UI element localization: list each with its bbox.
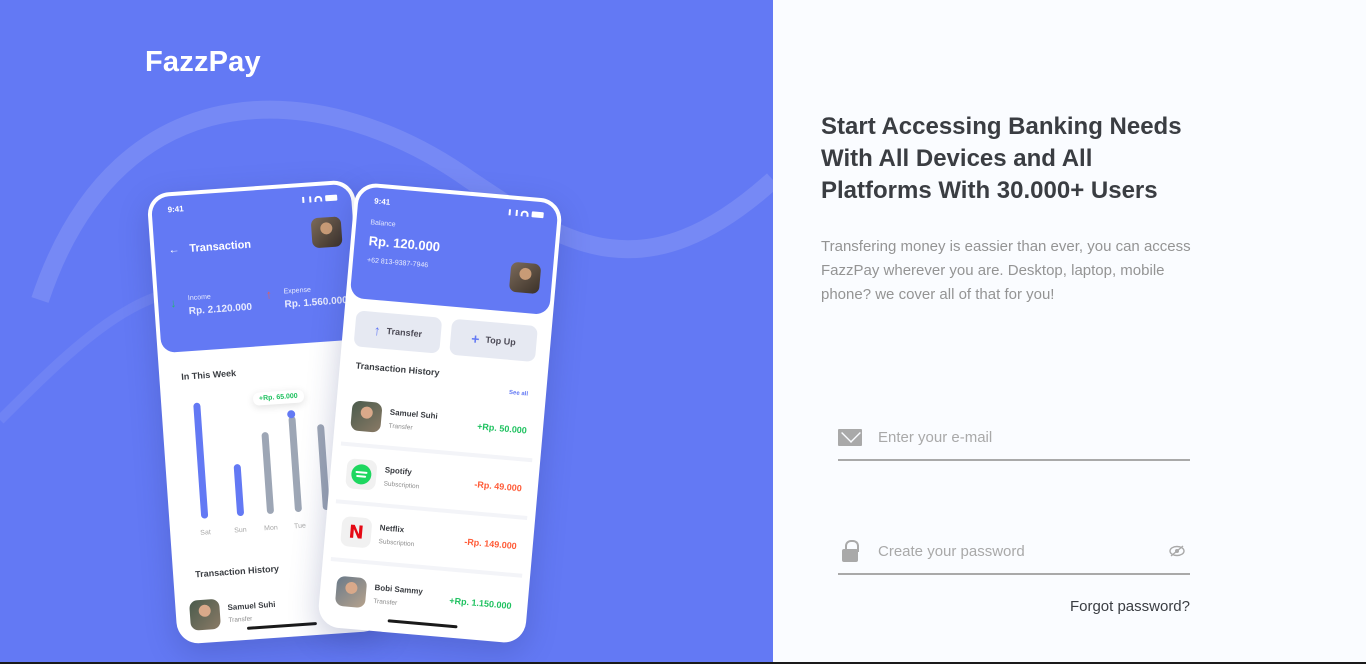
- see-all-link: See all: [508, 389, 529, 398]
- avatar: [508, 261, 542, 295]
- chart-day-label: Mon: [263, 524, 278, 533]
- signal-icon: [302, 196, 312, 203]
- contact-name: Samuel Suhi: [389, 407, 439, 421]
- wifi-icon: [520, 210, 529, 217]
- brand-logo: FazzPay: [145, 46, 261, 78]
- arrow-down-icon: ↓: [169, 296, 177, 311]
- status-time: 9:41: [373, 195, 391, 207]
- arrow-up-icon: ↑: [373, 321, 382, 339]
- password-field: [838, 529, 1190, 575]
- signup-panel: Start Accessing Banking Needs With All D…: [773, 0, 1366, 662]
- avatar: [350, 400, 383, 433]
- wifi-icon: [314, 195, 323, 203]
- avatar: [334, 575, 368, 609]
- balance-amount: Rp. 120.000: [368, 233, 441, 255]
- spotify-icon: [350, 463, 373, 486]
- arrow-up-icon: ↑: [265, 287, 273, 302]
- weekly-bar-chart: +Rp. 65.000 Sat Sun Mon Tue: [188, 381, 348, 541]
- history-title: Transaction History: [355, 360, 440, 378]
- contact-name: Netflix: [379, 523, 405, 535]
- chart-bar: [193, 402, 209, 519]
- expense-label: Expense: [283, 286, 312, 296]
- eye-slash-icon[interactable]: [1166, 545, 1188, 557]
- back-arrow-icon: ←: [168, 243, 180, 257]
- page-description: Transfering money is eassier than ever, …: [821, 238, 1191, 303]
- avatar: [310, 216, 343, 249]
- history-title: Transaction History: [194, 563, 280, 580]
- transaction-type: Transfer: [373, 597, 398, 607]
- chart-bar: [288, 415, 303, 513]
- chart-tooltip: +Rp. 65.000: [252, 389, 305, 406]
- chart-day-label: Tue: [293, 522, 307, 531]
- chart-bar: [261, 431, 275, 515]
- transaction-type: Transfer: [388, 422, 413, 432]
- status-time: 9:41: [167, 203, 184, 214]
- expense-stat: ↑ Expense Rp. 1.560.000: [265, 284, 349, 311]
- transfer-label: Transfer: [386, 326, 423, 340]
- phone-header: 9:41 Balance Rp. 120.000 +62 813-9387-79…: [349, 186, 559, 316]
- week-title: In This Week: [180, 368, 237, 382]
- page-title: Start Accessing Banking Needs With All D…: [821, 113, 1182, 204]
- signal-icon: [508, 209, 518, 217]
- transaction-amount: -Rp. 49.000: [473, 479, 523, 494]
- email-input[interactable]: [878, 428, 1190, 446]
- screen-title: ← Transaction: [168, 239, 251, 257]
- plus-icon: +: [470, 330, 481, 348]
- topup-button: + Top Up: [449, 318, 538, 363]
- transaction-type: Subscription: [378, 538, 415, 549]
- income-label: Income: [187, 293, 212, 303]
- transaction-type: Subscription: [383, 480, 420, 491]
- transaction-amount: +Rp. 50.000: [476, 421, 528, 436]
- lock-icon: [842, 540, 859, 562]
- transaction-amount: +Rp. 1.150.000: [448, 595, 512, 611]
- topup-label: Top Up: [485, 334, 517, 348]
- transaction-amount: -Rp. 149.000: [463, 536, 518, 552]
- contact-name: Bobi Sammy: [374, 582, 424, 597]
- chart-bar: [233, 463, 245, 517]
- phone-number: +62 813-9387-7946: [366, 257, 429, 270]
- expense-amount: Rp. 1.560.000: [284, 295, 349, 311]
- transaction-list: Samuel Suhi Transfer +Rp. 50.000 Spotify…: [326, 387, 538, 636]
- transaction-type: Transfer: [228, 614, 253, 624]
- phone-header: 9:41 ← Transaction ↓ Income Rp. 2.120.00…: [150, 183, 362, 354]
- contact-name: Samuel Suhi: [227, 599, 276, 612]
- chart-day-label: Sun: [233, 526, 247, 535]
- balance-label: Balance: [370, 219, 396, 229]
- contact-name: Spotify: [384, 465, 413, 477]
- battery-icon: [531, 211, 544, 219]
- forgot-password-link[interactable]: Forgot password?: [1070, 598, 1190, 615]
- hero-panel: FazzPay 9:41 ← Transaction ↓ Income Rp. …: [0, 0, 773, 662]
- transfer-button: ↑ Transfer: [353, 310, 443, 354]
- avatar: [188, 598, 222, 631]
- income-amount: Rp. 2.120.000: [188, 301, 253, 318]
- screen-title-text: Transaction: [189, 238, 252, 255]
- password-input[interactable]: [878, 542, 1166, 560]
- netflix-icon: N: [347, 521, 365, 544]
- income-stat: ↓ Income Rp. 2.120.000: [170, 291, 253, 318]
- phone-mockup-dashboard: 9:41 Balance Rp. 120.000 +62 813-9387-79…: [316, 181, 564, 645]
- chart-day-label: Sat: [200, 529, 212, 537]
- battery-icon: [325, 194, 338, 202]
- mail-icon: [838, 428, 862, 446]
- email-field: [838, 415, 1190, 461]
- action-buttons: ↑ Transfer + Top Up: [353, 310, 538, 363]
